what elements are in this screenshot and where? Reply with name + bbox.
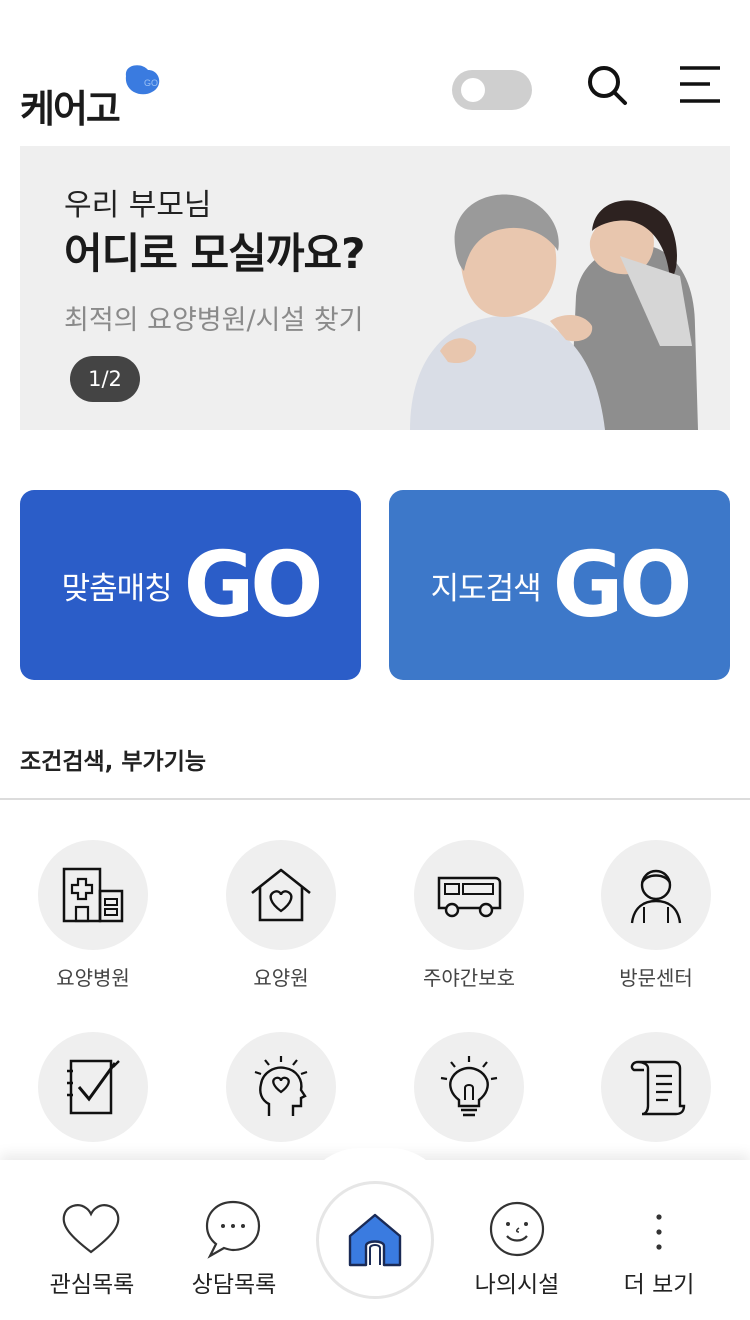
- banner-photo-elderly-and-caregiver: [380, 146, 730, 430]
- banner-description: 최적의 요양병원/시설 찾기: [64, 305, 364, 336]
- nav-more[interactable]: 더 보기: [579, 1160, 739, 1320]
- grid-label: 방문센터: [619, 966, 693, 990]
- grid-item-tips[interactable]: [394, 1032, 554, 1152]
- mode-toggle[interactable]: [452, 70, 532, 110]
- banner-pager[interactable]: 1/2: [70, 356, 140, 402]
- app-header: 케어고 GO: [0, 0, 750, 140]
- promo-banner[interactable]: 우리 부모님 어디로 모실까요? 최적의 요양병원/시설 찾기 1/2: [20, 146, 730, 430]
- banner-subtitle: 우리 부모님: [64, 188, 212, 223]
- checklist-icon: [38, 1032, 148, 1142]
- hospital-icon: [38, 840, 148, 950]
- caregiver-icon: [601, 840, 711, 950]
- grid-label: 요양원: [253, 966, 309, 990]
- hamburger-menu-icon: [680, 66, 720, 103]
- svg-text:GO: GO: [144, 78, 158, 88]
- scroll-icon: [601, 1032, 711, 1142]
- house-heart-icon: [226, 840, 336, 950]
- menu-button[interactable]: [676, 62, 724, 108]
- grid-item-day-night-care[interactable]: 주야간보호: [394, 840, 554, 1000]
- heart-icon: [62, 1204, 120, 1254]
- search-button[interactable]: [584, 62, 630, 108]
- nav-consultations-label: 상담목록: [191, 1272, 277, 1298]
- map-search-label: 지도검색: [430, 570, 542, 607]
- section-divider: [0, 798, 750, 800]
- grid-label: 주야간보호: [423, 966, 515, 990]
- grid-item-mind-care[interactable]: [206, 1032, 366, 1152]
- nav-favorites[interactable]: 관심목록: [12, 1160, 172, 1320]
- toggle-knob: [461, 78, 485, 102]
- chat-bubble-icon: [205, 1200, 261, 1259]
- home-button[interactable]: [316, 1181, 434, 1299]
- section-title: 조건검색, 부가기능: [20, 749, 207, 775]
- logo-go-badge-icon: GO: [125, 65, 160, 95]
- go-text: GO: [552, 532, 693, 638]
- smiley-face-icon: [489, 1201, 545, 1257]
- nav-my-facility-label: 나의시설: [474, 1272, 560, 1298]
- nav-my-facility[interactable]: 나의시설: [437, 1160, 597, 1320]
- grid-item-nursing-home[interactable]: 요양원: [206, 840, 366, 1000]
- custom-matching-go-button[interactable]: 맞춤매칭 GO: [20, 490, 361, 680]
- nav-more-label: 더 보기: [623, 1272, 695, 1298]
- more-vertical-icon: [656, 1214, 662, 1250]
- grid-item-visit-center[interactable]: 방문센터: [581, 840, 741, 1000]
- grid-item-checklist[interactable]: [18, 1032, 178, 1152]
- grid-label: 요양병원: [56, 966, 130, 990]
- lightbulb-icon: [414, 1032, 524, 1142]
- logo-text: 케어고: [20, 87, 121, 131]
- banner-title: 어디로 모실까요?: [64, 229, 365, 278]
- grid-item-documents[interactable]: [581, 1032, 741, 1152]
- grid-item-nursing-hospital[interactable]: 요양병원: [18, 840, 178, 1000]
- search-icon: [588, 66, 627, 105]
- mind-heart-icon: [226, 1032, 336, 1142]
- bus-icon: [414, 840, 524, 950]
- home-icon: [348, 1213, 402, 1267]
- nav-consultations[interactable]: 상담목록: [154, 1160, 314, 1320]
- nav-favorites-label: 관심목록: [49, 1272, 135, 1298]
- custom-matching-label: 맞춤매칭: [61, 570, 173, 607]
- map-search-go-button[interactable]: 지도검색 GO: [389, 490, 730, 680]
- go-text: GO: [183, 532, 324, 638]
